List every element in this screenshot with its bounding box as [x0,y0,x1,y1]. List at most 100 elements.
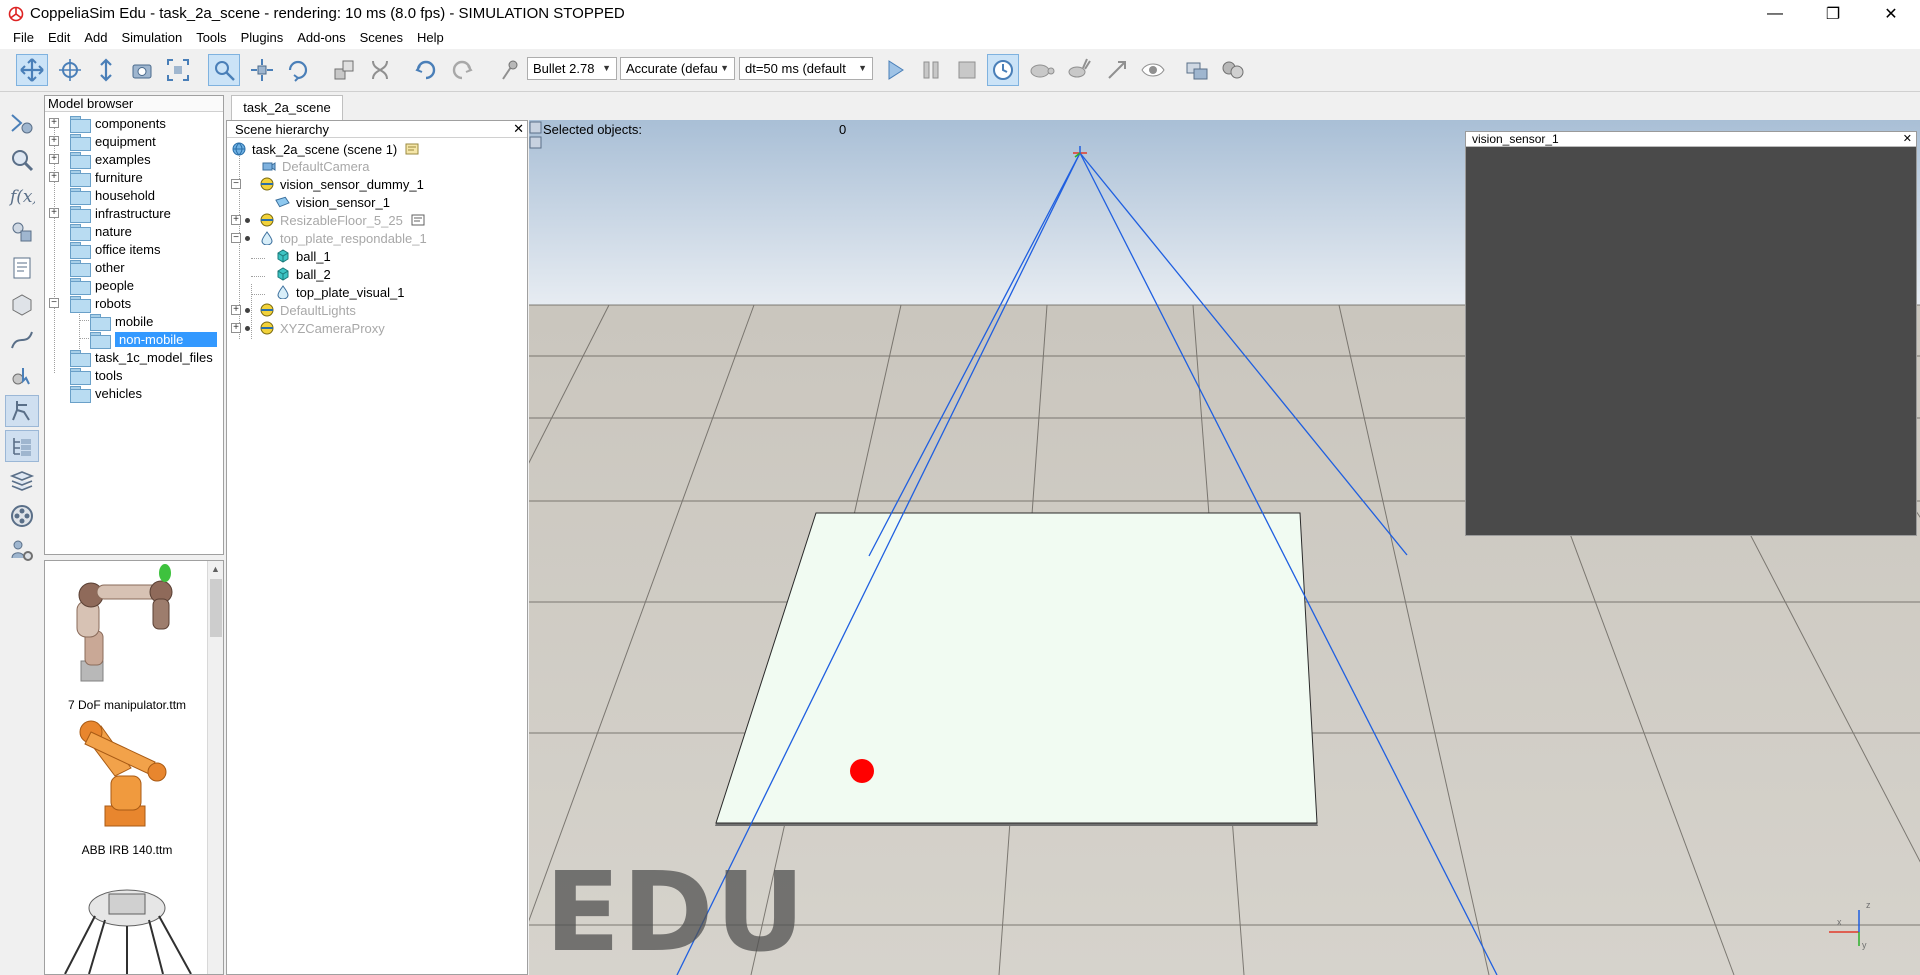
model-thumb-delta-robot[interactable] [45,886,209,974]
model-thumb-7dof[interactable]: 7 DoF manipulator.ttm [45,561,209,712]
fit-to-view-icon[interactable] [162,54,194,86]
minimize-button[interactable]: — [1746,0,1804,27]
tree-item-non-mobile[interactable]: non-mobile [90,330,217,349]
dynamics-icon[interactable] [494,54,526,86]
vision-window-close-button[interactable]: ✕ [1903,132,1912,147]
camera-rotate-icon[interactable] [54,54,86,86]
expand-icon[interactable]: + [231,305,241,315]
tree-item-equipment[interactable]: + equipment [49,132,156,151]
menu-plugins[interactable]: Plugins [234,27,291,49]
shape-edit-icon[interactable] [5,288,39,320]
scene-hierarchy-toggle-icon[interactable] [5,430,39,462]
translate-icon[interactable] [246,54,278,86]
scene-script-icon[interactable] [405,142,419,156]
hierarchy-row-default-camera[interactable]: DefaultCamera [261,157,369,175]
hierarchy-row-xyz-camera-proxy[interactable]: + XYZCameraProxy [231,319,385,337]
collapse-icon[interactable]: − [231,233,241,243]
hierarchy-row-default-lights[interactable]: + DefaultLights [231,301,356,319]
hierarchy-row-scene[interactable]: task_2a_scene (scene 1) [231,140,419,158]
expand-icon[interactable]: + [49,118,59,128]
vision-window-titlebar[interactable]: vision_sensor_1 ✕ [1466,132,1916,147]
collapse-icon[interactable]: − [231,179,241,189]
close-hierarchy-button[interactable]: ✕ [513,121,524,137]
undo-icon[interactable] [410,54,442,86]
tree-item-nature[interactable]: nature [49,222,132,241]
accuracy-select[interactable]: Accurate (defau ▼ [620,57,735,80]
thumbnails-scrollbar[interactable]: ▲ [207,561,223,974]
menu-add[interactable]: Add [77,27,114,49]
slow-down-icon[interactable] [1025,54,1057,86]
scrollbar-thumb[interactable] [210,579,222,637]
restore-button[interactable]: ❐ [1804,0,1862,27]
select-icon[interactable] [208,54,240,86]
tab-task-2a-scene[interactable]: task_2a_scene [231,95,343,120]
hierarchy-row-top-plate-visual[interactable]: top_plate_visual_1 [275,283,404,301]
simulation-settings-icon[interactable] [5,108,39,140]
menu-help[interactable]: Help [410,27,451,49]
menu-addons[interactable]: Add-ons [290,27,352,49]
transfer-dna-icon[interactable] [364,54,396,86]
redo-icon[interactable] [446,54,478,86]
tree-item-tools[interactable]: tools [49,366,122,385]
play-icon[interactable] [879,54,911,86]
object-properties-icon[interactable] [5,144,39,176]
collections-icon[interactable] [5,216,39,248]
menu-edit[interactable]: Edit [41,27,77,49]
tree-item-task-1c-model-files[interactable]: task_1c_model_files [49,348,213,367]
selection-icon[interactable] [5,360,39,392]
expand-icon[interactable]: + [49,136,59,146]
model-thumb-abb-irb-140[interactable]: ABB IRB 140.ttm [45,716,209,866]
camera-pan-icon[interactable] [16,54,48,86]
expand-icon[interactable]: + [231,215,241,225]
close-button[interactable]: ✕ [1862,0,1920,27]
video-recorder-icon[interactable] [5,500,39,532]
script-icon[interactable] [411,213,425,227]
hierarchy-row-top-plate-respondable[interactable]: − top_plate_respondable_1 [231,229,427,247]
hierarchy-row-ball-1[interactable]: ball_1 [275,247,331,265]
speed-up-icon[interactable] [1063,54,1095,86]
tree-item-robots[interactable]: − robots [49,294,131,313]
scene-selector-icon[interactable] [1217,54,1249,86]
visualization-icon[interactable] [1137,54,1169,86]
scripts-icon[interactable] [5,252,39,284]
tree-item-infrastructure[interactable]: + infrastructure [49,204,171,223]
expand-icon[interactable]: + [231,323,241,333]
timestep-select[interactable]: dt=50 ms (default ▼ [739,57,873,80]
tree-item-people[interactable]: people [49,276,134,295]
tree-item-examples[interactable]: + examples [49,150,151,169]
expand-icon[interactable]: + [49,172,59,182]
scroll-up-icon[interactable]: ▲ [211,564,220,574]
page-selector-icon[interactable] [1181,54,1213,86]
tree-item-components[interactable]: + components [49,114,166,133]
physics-engine-select[interactable]: Bullet 2.78 ▼ [527,57,617,80]
camera-angle-icon[interactable] [126,54,158,86]
tree-item-vehicles[interactable]: vehicles [49,384,142,403]
menu-file[interactable]: File [6,27,41,49]
user-settings-icon[interactable] [5,535,39,567]
rotate-icon[interactable] [282,54,314,86]
tree-item-other[interactable]: other [49,258,125,277]
hierarchy-row-resizable-floor[interactable]: + ResizableFloor_5_25 [231,211,425,229]
realtime-icon[interactable] [987,54,1019,86]
expand-icon[interactable]: + [49,208,59,218]
expand-icon[interactable]: + [49,154,59,164]
collapse-icon[interactable]: − [49,298,59,308]
vision-sensor-view-window[interactable]: vision_sensor_1 ✕ [1465,131,1917,536]
assemble-icon[interactable] [328,54,360,86]
path-edit-icon[interactable] [5,324,39,356]
camera-shift-icon[interactable] [90,54,122,86]
model-browser-toggle-icon[interactable] [5,395,39,427]
hierarchy-row-vision-sensor[interactable]: vision_sensor_1 [275,193,390,211]
tree-item-furniture[interactable]: + furniture [49,168,143,187]
tree-item-office-items[interactable]: office items [49,240,161,259]
menu-scenes[interactable]: Scenes [353,27,410,49]
layers-icon[interactable] [5,465,39,497]
thread-icon[interactable] [1101,54,1133,86]
tree-item-household[interactable]: household [49,186,155,205]
pause-icon[interactable] [915,54,947,86]
hierarchy-row-ball-2[interactable]: ball_2 [275,265,331,283]
menu-tools[interactable]: Tools [189,27,233,49]
menu-simulation[interactable]: Simulation [115,27,190,49]
tree-item-mobile[interactable]: mobile [90,312,153,331]
hierarchy-row-vision-sensor-dummy[interactable]: − vision_sensor_dummy_1 [231,175,424,193]
